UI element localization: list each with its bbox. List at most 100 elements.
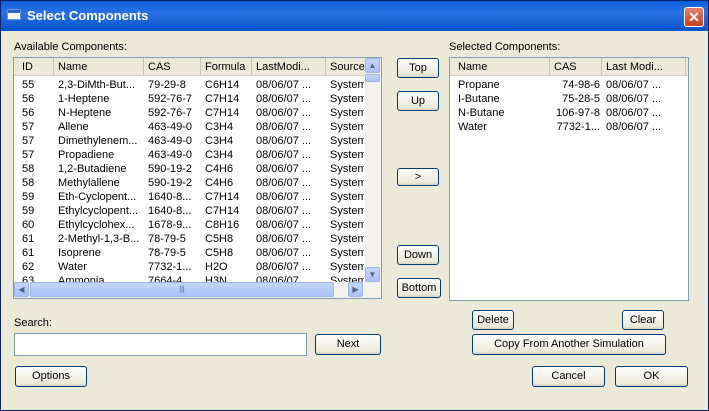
list-cell: C7H14 <box>205 93 240 105</box>
cancel-button[interactable]: Cancel <box>532 366 605 387</box>
list-cell: 7732-1... <box>148 261 192 273</box>
available-column-header[interactable]: Name <box>54 58 144 75</box>
scroll-right-icon[interactable]: ▶ <box>348 282 363 297</box>
horizontal-scroll-thumb[interactable]: ||| <box>30 282 334 297</box>
selected-components-list[interactable]: Name CAS Last Modi... Propane 74-98-6 08/06/… <box>449 57 689 301</box>
list-item[interactable]: 57 Dimethylenem... 463-49-0 C3H4 08/06/07 ..… <box>14 134 381 148</box>
available-vertical-scrollbar[interactable]: ▲ ▼ <box>365 58 381 282</box>
available-column-header[interactable]: ID <box>18 58 54 75</box>
available-column-header[interactable]: LastModi... <box>252 58 326 75</box>
list-cell: 590-19-2 <box>148 163 193 175</box>
list-item[interactable]: 58 1,2-Butadiene 590-19-2 C4H6 08/06/07 ... S… <box>14 162 381 176</box>
list-cell: System <box>330 163 364 175</box>
list-cell: 60 <box>22 219 35 231</box>
list-cell: H2O <box>205 261 228 273</box>
list-cell: C3H4 <box>205 121 234 133</box>
vertical-scroll-thumb[interactable] <box>365 74 380 82</box>
available-components-label: Available Components: <box>14 41 127 53</box>
list-cell: 59 <box>22 205 35 217</box>
list-cell: 08/06/07 ... <box>606 107 662 119</box>
add-component-button[interactable]: > <box>397 168 439 186</box>
list-cell: 55 <box>22 79 35 91</box>
list-cell: C7H14 <box>205 191 240 203</box>
list-cell: 08/06/07 ... <box>256 135 312 147</box>
list-item[interactable]: 61 2-Methyl-1,3-B... 78-79-5 C5H8 08/06/07 .… <box>14 232 381 246</box>
list-item[interactable]: 56 N-Heptene 592-76-7 C7H14 08/06/07 ... Syst… <box>14 106 381 120</box>
search-input[interactable] <box>14 333 307 356</box>
list-item[interactable]: 57 Propadiene 463-49-0 C3H4 08/06/07 ... Syst… <box>14 148 381 162</box>
list-cell: 58 <box>22 177 35 189</box>
list-cell: 08/06/07 ... <box>256 93 312 105</box>
list-item[interactable]: 60 Ethylcyclohex... 1678-9... C8H16 08/06/07… <box>14 218 381 232</box>
list-cell: System <box>330 93 364 105</box>
available-components-list[interactable]: ID Name CAS Formula LastModi... Source 55 2,3-… <box>13 57 382 299</box>
ok-button[interactable]: OK <box>615 366 688 387</box>
list-cell: 62 <box>22 261 35 273</box>
list-cell: 08/06/07 ... <box>606 79 662 91</box>
list-cell: 08/06/07 ... <box>256 205 312 217</box>
list-cell: 463-49-0 <box>148 149 193 161</box>
copy-from-another-simulation-button[interactable]: Copy From Another Simulation <box>472 334 666 355</box>
list-item[interactable]: 59 Eth-Cyclopent... 1640-8... C7H14 08/06/07… <box>14 190 381 204</box>
list-cell: Isoprene <box>58 247 101 259</box>
up-button[interactable]: Up <box>397 91 439 111</box>
list-cell: System <box>330 233 364 245</box>
list-cell: Ethylcyclopent... <box>58 205 139 217</box>
list-item[interactable]: 62 Water 7732-1... H2O 08/06/07 ... System <box>14 260 381 274</box>
selected-column-header[interactable]: Last Modi... <box>602 58 686 75</box>
scroll-down-icon[interactable]: ▼ <box>365 267 380 282</box>
top-button[interactable]: Top <box>397 58 439 78</box>
selected-column-header[interactable]: CAS <box>550 58 602 75</box>
next-button[interactable]: Next <box>315 334 381 355</box>
list-cell: 08/06/07 ... <box>256 219 312 231</box>
scroll-left-icon[interactable]: ◀ <box>14 282 29 297</box>
list-cell: System <box>330 191 364 203</box>
list-item[interactable]: 55 2,3-DiMth-But... 79-29-8 C6H14 08/06/07 .… <box>14 78 381 92</box>
list-item[interactable]: 61 Isoprene 78-79-5 C5H8 08/06/07 ... System <box>14 246 381 260</box>
down-button[interactable]: Down <box>397 245 439 265</box>
available-column-header[interactable]: Source <box>326 58 366 75</box>
list-cell: C3H4 <box>205 149 234 161</box>
list-cell: 106-97-8 <box>555 107 600 119</box>
clear-button[interactable]: Clear <box>622 310 664 330</box>
list-item[interactable]: 58 Methylallene 590-19-2 C4H6 08/06/07 ... Sy… <box>14 176 381 190</box>
options-button[interactable]: Options <box>15 366 87 387</box>
delete-button[interactable]: Delete <box>472 310 514 330</box>
list-item[interactable]: N-Butane 106-97-8 08/06/07 ... <box>450 106 688 120</box>
list-cell: 61 <box>22 233 35 245</box>
list-item[interactable]: 56 1-Heptene 592-76-7 C7H14 08/06/07 ... Syst… <box>14 92 381 106</box>
close-button[interactable]: ✕ <box>684 7 704 27</box>
list-cell: Eth-Cyclopent... <box>58 191 137 203</box>
list-cell: System <box>330 205 364 217</box>
list-cell: 79-29-8 <box>148 79 186 91</box>
available-column-header[interactable]: Formula <box>201 58 252 75</box>
available-horizontal-scrollbar[interactable]: ◀ ||| ▶ <box>14 282 381 298</box>
list-cell: 59 <box>22 191 35 203</box>
list-cell: System <box>330 247 364 259</box>
list-cell: 08/06/07 ... <box>606 121 662 133</box>
list-cell: N-Butane <box>458 107 505 119</box>
bottom-button[interactable]: Bottom <box>397 278 441 298</box>
list-cell: System <box>330 79 364 91</box>
selected-column-header[interactable]: Name <box>454 58 550 75</box>
list-cell: N-Heptene <box>58 107 112 119</box>
list-cell: 1640-8... <box>148 191 192 203</box>
list-cell: C7H14 <box>205 205 240 217</box>
list-item[interactable]: Propane 74-98-6 08/06/07 ... <box>450 78 688 92</box>
list-cell: 57 <box>22 135 35 147</box>
list-cell: C7H14 <box>205 107 240 119</box>
list-item[interactable]: 57 Allene 463-49-0 C3H4 08/06/07 ... System <box>14 120 381 134</box>
list-cell: System <box>330 149 364 161</box>
search-label: Search: <box>14 317 52 329</box>
available-column-header[interactable]: CAS <box>144 58 201 75</box>
list-item[interactable]: Water 7732-1... 08/06/07 ... <box>450 120 688 134</box>
list-cell: 463-49-0 <box>148 121 193 133</box>
scroll-up-icon[interactable]: ▲ <box>365 58 380 73</box>
list-item[interactable]: I-Butane 75-28-5 08/06/07 ... <box>450 92 688 106</box>
list-cell: 590-19-2 <box>148 177 193 189</box>
list-item[interactable]: 59 Ethylcyclopent... 1640-8... C7H14 08/06/0… <box>14 204 381 218</box>
list-cell: C4H6 <box>205 177 234 189</box>
list-cell: System <box>330 121 364 133</box>
select-components-dialog: Select Components ✕ Available Components… <box>0 0 709 411</box>
list-cell: 08/06/07 ... <box>256 149 312 161</box>
